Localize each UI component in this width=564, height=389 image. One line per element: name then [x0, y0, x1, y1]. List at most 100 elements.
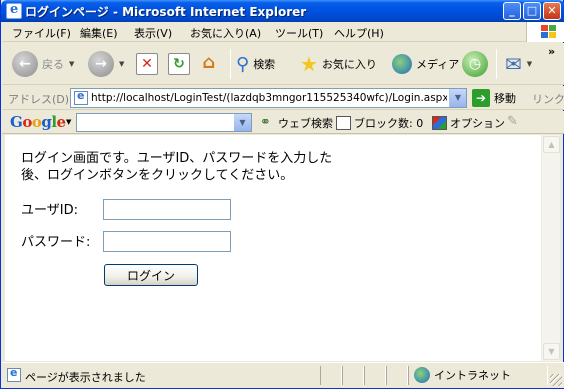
status-text: ページが表示されました	[25, 371, 146, 384]
maximize-icon: □	[526, 4, 538, 17]
mail-icon: ✉	[505, 52, 522, 76]
zone-label: イントラネット	[434, 369, 511, 382]
google-toolbar: Google ▼ ▼ ⚭ ウェブ検索 ▼ ブロック数: 0 オプション ✎	[2, 111, 564, 134]
options-icon	[432, 116, 447, 130]
links-button[interactable]: リンク	[532, 91, 564, 107]
password-input[interactable]	[103, 231, 231, 252]
chevron-down-icon: ▼	[454, 93, 462, 102]
menu-tools[interactable]: ツール(T)	[275, 25, 323, 41]
google-search-dropdown[interactable]: ▼	[234, 114, 251, 131]
status-pane	[342, 366, 364, 385]
ie-icon	[6, 2, 22, 19]
status-pane	[320, 366, 342, 385]
google-logo[interactable]: Google	[10, 113, 66, 131]
status-bar: ページが表示されました イントラネット	[2, 362, 564, 388]
popup-blocker-button[interactable]: ブロック数: 0	[336, 115, 423, 131]
popup-block-icon	[336, 116, 351, 130]
google-search-box[interactable]: ▼	[76, 113, 252, 132]
menu-edit[interactable]: 編集(E)	[80, 25, 118, 41]
security-zone[interactable]: イントラネット	[414, 367, 511, 383]
forward-arrow-icon: →	[88, 51, 114, 77]
chevron-down-icon: ▼	[548, 347, 555, 356]
window-title: ログインページ - Microsoft Internet Explorer	[25, 5, 307, 19]
popup-block-label: ブロック数: 0	[354, 117, 424, 130]
menu-view[interactable]: 表示(V)	[134, 25, 172, 41]
chevron-down-icon[interactable]: ▼	[66, 118, 71, 126]
status-pane	[364, 366, 386, 385]
search-icon: ⚲	[236, 53, 250, 75]
address-label: アドレス(D)	[8, 93, 70, 106]
login-button[interactable]: ログイン	[104, 264, 198, 286]
address-field[interactable]: http://localhost/LoginTest/(lazdqb3mngor…	[70, 88, 467, 108]
stop-button[interactable]: ✕	[136, 50, 158, 78]
close-icon: ✕	[547, 4, 557, 17]
maximize-button[interactable]: □	[523, 2, 541, 20]
chevron-up-icon: ▲	[548, 140, 555, 149]
address-bar: アドレス(D) http://localhost/LoginTest/(lazd…	[2, 86, 564, 110]
minimize-icon: _	[509, 4, 515, 17]
search-label: 検索	[253, 58, 276, 71]
address-dropdown-button[interactable]: ▼	[449, 89, 466, 107]
status-pane	[386, 366, 408, 385]
windows-logo-icon	[526, 22, 564, 42]
page-icon	[7, 366, 21, 382]
home-button[interactable]: ⌂	[198, 50, 220, 78]
chevron-down-icon: ▼	[526, 60, 533, 68]
refresh-icon: ↻	[168, 53, 190, 75]
options-button[interactable]: オプション	[432, 115, 505, 131]
menu-help[interactable]: ヘルプ(H)	[334, 25, 384, 41]
stop-icon: ✕	[136, 53, 158, 75]
back-label: 戻る	[42, 58, 64, 71]
toolbar-divider	[230, 49, 231, 79]
search-button[interactable]: ⚲ 検索	[236, 50, 275, 78]
highlighter-icon[interactable]: ✎	[507, 114, 518, 129]
options-label: オプション	[450, 117, 505, 130]
menu-bar: ファイル(F) 編集(E) 表示(V) お気に入り(A) ツール(T) ヘルプ(…	[2, 22, 564, 42]
browser-window: ログインページ - Microsoft Internet Explorer _ …	[0, 0, 564, 389]
binoculars-icon: ⚭	[260, 115, 271, 130]
chevron-down-icon: ▼	[69, 60, 75, 68]
page-icon	[74, 89, 88, 105]
resize-grip-icon[interactable]	[550, 374, 562, 386]
scroll-down-button[interactable]: ▼	[543, 343, 560, 360]
favorites-button[interactable]: ★ お気に入り	[300, 50, 377, 78]
go-arrow-icon: ➔	[472, 89, 490, 107]
chevron-down-icon: ▼	[239, 118, 246, 127]
history-button[interactable]: ◷	[462, 50, 488, 78]
go-label: 移動	[494, 92, 516, 105]
media-button[interactable]: メディア	[392, 50, 459, 78]
media-globe-icon	[392, 54, 412, 74]
intro-text: ログイン画面です。ユーザID、パスワードを入力した後、ログインボタンをクリックし…	[21, 151, 333, 183]
address-url[interactable]: http://localhost/LoginTest/(lazdqb3mngor…	[91, 92, 447, 104]
password-label: パスワード:	[21, 235, 91, 250]
back-arrow-icon: ←	[12, 51, 38, 77]
close-button[interactable]: ✕	[543, 2, 561, 20]
media-label: メディア	[416, 58, 460, 71]
standard-toolbar: ← 戻る ▼ → ▼ ✕ ↻ ⌂ ⚲ 検索 ★ お気に入り メディア ◷ ✉ ▼…	[2, 43, 564, 85]
toolbar-overflow-icon[interactable]: »	[548, 45, 555, 58]
web-search-button[interactable]: ⚭ ウェブ検索 ▼	[260, 115, 346, 131]
menu-file[interactable]: ファイル(F)	[12, 25, 71, 41]
web-search-label: ウェブ検索	[278, 117, 333, 130]
history-icon: ◷	[462, 51, 488, 77]
go-button[interactable]: ➔ 移動	[472, 89, 516, 107]
scroll-up-button[interactable]: ▲	[543, 136, 560, 153]
refresh-button[interactable]: ↻	[168, 50, 190, 78]
minimize-button[interactable]: _	[503, 2, 521, 20]
vertical-scrollbar[interactable]: ▲ ▼	[541, 135, 560, 361]
user-id-input[interactable]	[103, 199, 231, 220]
title-bar[interactable]: ログインページ - Microsoft Internet Explorer _ …	[1, 0, 564, 22]
star-icon: ★	[300, 52, 318, 76]
user-id-label: ユーザID:	[21, 203, 78, 218]
toolbar-divider	[496, 49, 497, 79]
page-content: ログイン画面です。ユーザID、パスワードを入力した後、ログインボタンをクリックし…	[5, 135, 541, 361]
home-icon: ⌂	[202, 52, 216, 73]
mail-button[interactable]: ✉ ▼	[505, 50, 532, 78]
favorites-label: お気に入り	[321, 58, 377, 71]
menu-favorites[interactable]: お気に入り(A)	[190, 25, 261, 41]
intranet-globe-icon	[414, 367, 430, 383]
google-search-input[interactable]	[77, 114, 233, 131]
forward-button[interactable]: → ▼	[88, 50, 124, 78]
back-button[interactable]: ← 戻る ▼	[12, 50, 74, 78]
chevron-down-icon: ▼	[119, 60, 125, 68]
